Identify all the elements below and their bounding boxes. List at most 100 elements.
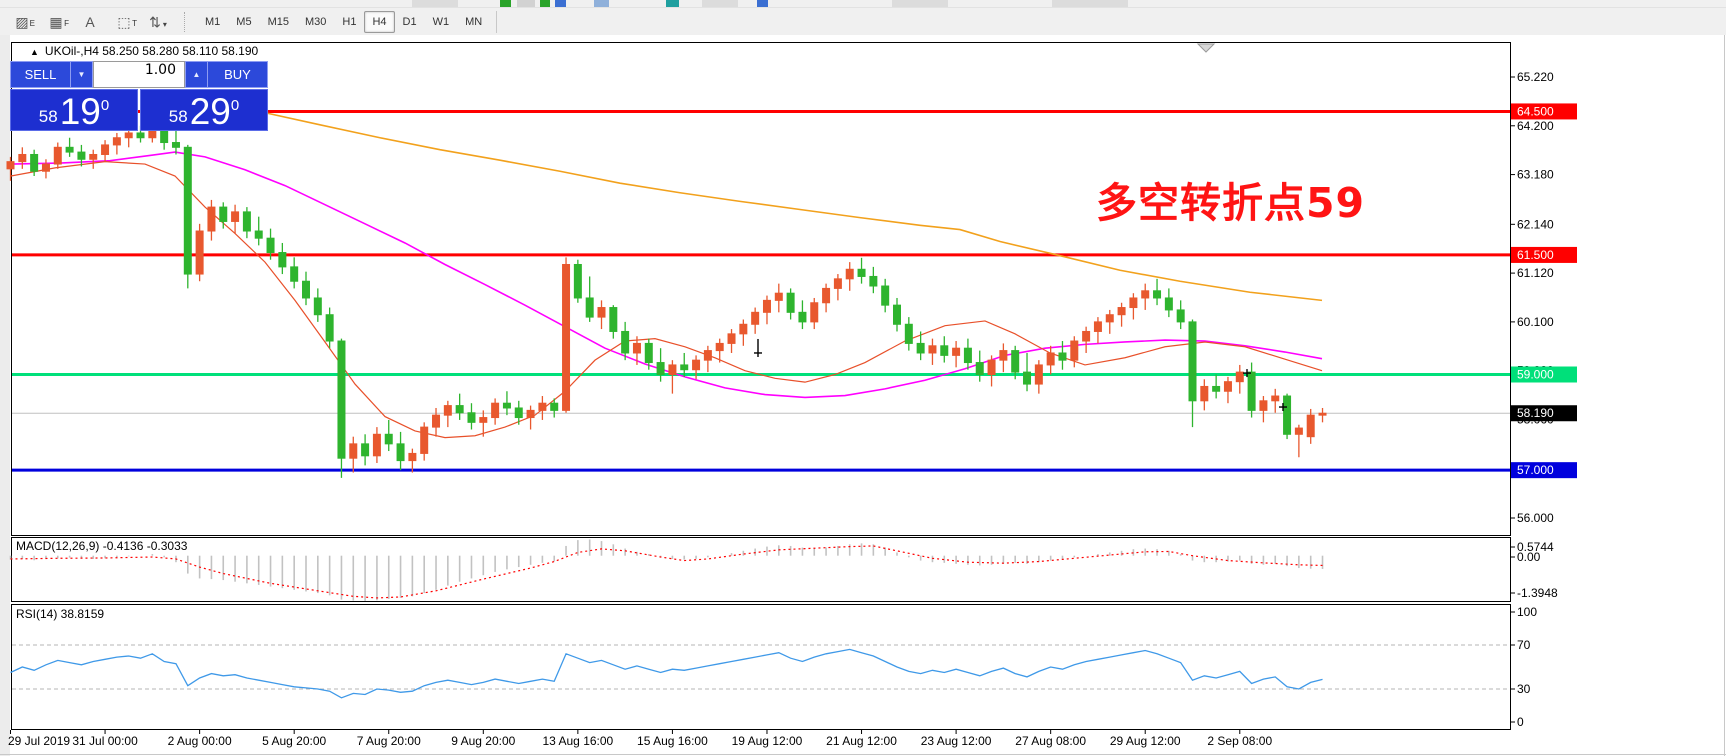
candle xyxy=(479,417,488,423)
candle xyxy=(739,323,748,335)
time-axis-label[interactable]: 31 Jul 00:00 xyxy=(72,734,138,748)
macd-panel[interactable] xyxy=(11,537,1511,602)
rsi-panel[interactable] xyxy=(11,604,1511,730)
candle xyxy=(1034,364,1043,385)
candle xyxy=(1188,321,1197,402)
last-price-label: 58.190 xyxy=(1517,406,1554,420)
candle xyxy=(703,350,712,361)
buy-price-display[interactable]: 58 29 0 xyxy=(140,89,268,131)
volume-decrease-button[interactable]: ▼ xyxy=(70,61,93,88)
candle xyxy=(514,407,523,419)
candle xyxy=(183,146,192,275)
time-axis-label[interactable]: 15 Aug 16:00 xyxy=(637,734,708,748)
buy-price-big: 29 xyxy=(189,90,231,132)
collapse-arrow-icon[interactable]: ▲ xyxy=(30,47,39,57)
candle xyxy=(207,206,216,232)
time-axis-label[interactable]: 29 Aug 12:00 xyxy=(1110,734,1181,748)
candle xyxy=(963,347,972,364)
rsi-axis-label: 70 xyxy=(1517,638,1531,652)
rsi-label: RSI(14) 38.8159 xyxy=(16,607,104,621)
time-axis-label[interactable]: 23 Aug 12:00 xyxy=(921,734,992,748)
candle xyxy=(18,153,27,163)
time-axis-label[interactable]: 29 Jul 2019 xyxy=(8,734,70,748)
candle xyxy=(1070,340,1079,361)
candle xyxy=(53,146,62,165)
price-axis-label: 61.120 xyxy=(1517,266,1554,280)
time-axis-label[interactable]: 2 Aug 00:00 xyxy=(168,734,232,748)
candle xyxy=(6,161,15,170)
candle xyxy=(361,443,370,457)
candle xyxy=(1153,290,1162,299)
candle xyxy=(621,330,630,354)
candle xyxy=(869,275,878,287)
volume-input[interactable]: 1.00 xyxy=(93,61,185,88)
price-axis-label: 65.220 xyxy=(1517,70,1554,84)
candle xyxy=(41,163,50,172)
candle xyxy=(278,252,287,268)
buy-price-prefix: 58 xyxy=(168,107,188,126)
candle xyxy=(1129,297,1138,309)
buy-price-sup: 0 xyxy=(230,97,240,114)
candle xyxy=(727,333,736,344)
candle xyxy=(1023,371,1032,385)
candle xyxy=(337,340,346,459)
price-axis-label: 60.100 xyxy=(1517,315,1554,329)
candle xyxy=(526,409,535,419)
candle xyxy=(762,299,771,313)
candle xyxy=(940,345,949,356)
price-axis-label: 64.200 xyxy=(1517,119,1554,133)
candle xyxy=(692,359,701,371)
candle xyxy=(231,211,240,222)
candle xyxy=(644,342,653,364)
candle xyxy=(656,362,665,376)
candle xyxy=(538,402,547,411)
price-axis-label: 63.180 xyxy=(1517,168,1554,182)
candle xyxy=(384,433,393,445)
candle xyxy=(455,405,464,414)
sell-price-sup: 0 xyxy=(100,97,110,114)
candle xyxy=(1117,307,1126,316)
candle xyxy=(290,266,299,282)
candle xyxy=(881,285,890,306)
time-axis-label[interactable]: 2 Sep 08:00 xyxy=(1207,734,1272,748)
candle xyxy=(786,292,795,313)
volume-increase-button[interactable]: ▲ xyxy=(185,61,208,88)
time-axis-label[interactable]: 19 Aug 12:00 xyxy=(732,734,803,748)
window-left-edge xyxy=(0,35,10,756)
mt4-window: ▨ E ▦ F A ⬚ T ⇅ ▾ M1 M5 M15 M30 H1 H4 D1 W1 MN 65.220 64.… xyxy=(0,0,1726,756)
candle xyxy=(1046,352,1055,366)
chart-title-text: UKOil-,H4 58.250 58.280 58.110 58.190 xyxy=(44,44,259,58)
sell-button[interactable]: SELL xyxy=(10,61,70,88)
candle xyxy=(585,297,594,318)
candle xyxy=(171,142,180,148)
buy-button[interactable]: BUY xyxy=(208,61,268,88)
candle xyxy=(124,132,133,139)
candle xyxy=(372,433,381,457)
sell-price-prefix: 58 xyxy=(38,107,58,126)
level-label-59.000: 59.000 xyxy=(1517,368,1554,382)
time-axis-label[interactable]: 5 Aug 20:00 xyxy=(262,734,326,748)
time-axis-label[interactable]: 9 Aug 20:00 xyxy=(451,734,515,748)
candle xyxy=(916,342,925,354)
time-axis-label[interactable]: 27 Aug 08:00 xyxy=(1015,734,1086,748)
time-axis-label[interactable]: 21 Aug 12:00 xyxy=(826,734,897,748)
candle xyxy=(1259,400,1268,411)
sell-price-display[interactable]: 58 19 0 xyxy=(10,89,138,131)
candle xyxy=(822,287,831,304)
candle xyxy=(562,263,571,411)
candle xyxy=(30,153,39,172)
candle xyxy=(302,280,310,299)
macd-axis-label: -1.3948 xyxy=(1517,586,1558,600)
candle xyxy=(1105,314,1114,323)
candle xyxy=(491,402,500,419)
candle xyxy=(987,359,996,376)
candle xyxy=(65,146,74,153)
time-axis-label[interactable]: 7 Aug 20:00 xyxy=(357,734,421,748)
chart-text-annotation: 多空转折点59 xyxy=(1096,179,1366,227)
time-axis-label[interactable]: 13 Aug 16:00 xyxy=(542,734,613,748)
candle xyxy=(112,137,121,146)
candle xyxy=(857,268,866,277)
candle xyxy=(195,230,204,275)
candle xyxy=(254,230,263,239)
candle xyxy=(349,443,358,459)
